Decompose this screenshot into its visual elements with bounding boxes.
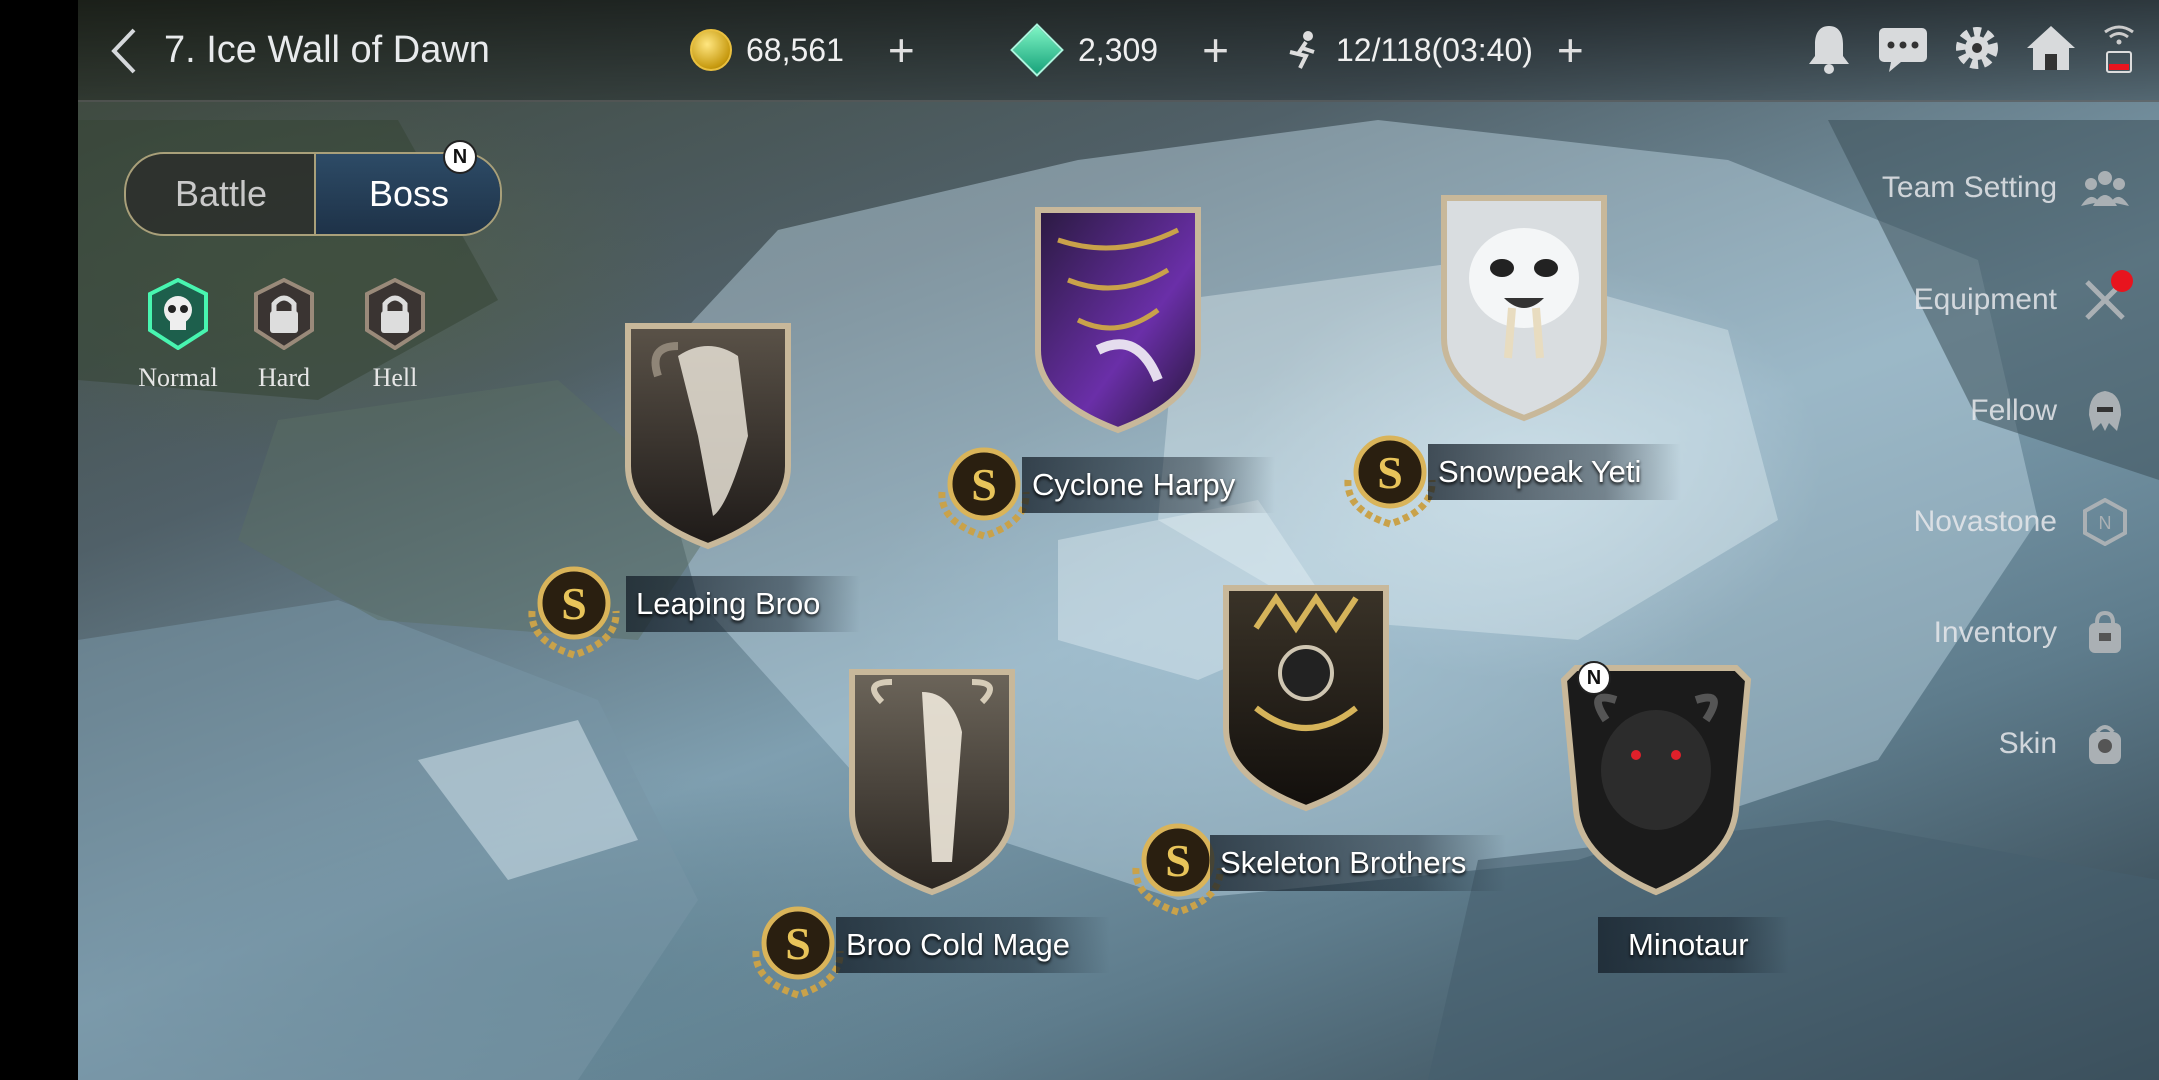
stamina-runner-icon: [1289, 31, 1315, 69]
boss-name: Snowpeak Yeti: [1428, 444, 1682, 500]
boss-name: Cyclone Harpy: [1022, 457, 1276, 513]
add-gem-button[interactable]: +: [1202, 23, 1229, 77]
boss-name: Leaping Broo: [626, 576, 861, 632]
boss-name: Skeleton Brothers: [1210, 835, 1507, 891]
menu-label: Team Setting: [1881, 171, 2057, 204]
lock-icon: [365, 277, 425, 351]
menu-equipment[interactable]: Equipment: [1709, 270, 2129, 330]
svg-text:S: S: [1377, 447, 1403, 498]
difficulty-normal-label: Normal: [138, 363, 218, 392]
menu-novastone[interactable]: Novastone N: [1709, 492, 2129, 552]
menu-label: Fellow: [1970, 394, 2057, 427]
chevron-left-icon: [111, 28, 136, 74]
gold-coin-icon: [690, 29, 732, 71]
stamina-amount: 12/118(03:40): [1336, 31, 1533, 68]
menu-label: Inventory: [1933, 616, 2057, 649]
stage-title: 7. Ice Wall of Dawn: [164, 29, 490, 71]
menu-fellow[interactable]: Fellow: [1709, 381, 2129, 441]
team-icon: [2081, 171, 2129, 206]
difficulty-hard-label: Hard: [258, 363, 310, 392]
rank-s-emblem-icon: S: [528, 566, 620, 659]
lock-icon: [254, 277, 314, 351]
menu-label: Equipment: [1913, 283, 2057, 316]
gold-counter: 68,561 +: [690, 24, 915, 76]
boss-name: Broo Cold Mage: [836, 917, 1111, 973]
add-stamina-button[interactable]: +: [1557, 23, 1584, 77]
menu-label: Novastone: [1913, 505, 2057, 538]
boss-name: Minotaur: [1598, 917, 1789, 973]
add-gold-button[interactable]: +: [888, 23, 915, 77]
battle-tab[interactable]: Battle: [126, 154, 316, 234]
skin-icon: [2089, 725, 2121, 764]
back-button[interactable]: [108, 26, 148, 76]
game-screen: 7. Ice Wall of Dawn 68,561 + 2,309 + 12/…: [78, 0, 2159, 1080]
gem-icon: [1010, 23, 1064, 77]
difficulty-hell-label: Hell: [372, 363, 418, 392]
skull-icon: [148, 277, 208, 351]
boss-portrait: [1441, 195, 1607, 422]
gold-amount: 68,561: [746, 31, 844, 68]
difficulty-hell[interactable]: Hell: [345, 277, 445, 393]
minotaur-new-badge: N: [1577, 661, 1611, 695]
difficulty-normal[interactable]: Normal: [128, 277, 228, 393]
top-icons: [1803, 20, 2139, 76]
top-bar: 7. Ice Wall of Dawn 68,561 + 2,309 + 12/…: [78, 0, 2159, 102]
equipment-alert-dot: [2111, 270, 2133, 292]
bag-icon: [2089, 610, 2121, 653]
bell-icon[interactable]: [1803, 20, 1855, 76]
boss-new-badge: N: [443, 140, 477, 174]
helmet-icon: [2089, 391, 2121, 431]
menu-team-setting[interactable]: Team Setting: [1709, 158, 2129, 218]
boss-portrait: [625, 323, 791, 550]
menu-inventory[interactable]: Inventory: [1709, 603, 2129, 663]
gem-amount: 2,309: [1078, 31, 1159, 68]
svg-text:S: S: [971, 459, 997, 510]
svg-text:S: S: [785, 918, 811, 969]
boss-portrait: [1035, 207, 1201, 434]
novastone-icon: N: [2083, 498, 2127, 546]
svg-text:S: S: [1165, 835, 1191, 886]
svg-text:N: N: [2099, 513, 2112, 533]
wifi-battery-icon: [2104, 25, 2134, 73]
difficulty-hard[interactable]: Hard: [234, 277, 334, 393]
menu-skin[interactable]: Skin: [1709, 714, 2129, 774]
menu-label: Skin: [1998, 727, 2057, 760]
home-icon[interactable]: [2025, 20, 2077, 76]
stamina-counter: 12/118(03:40) +: [1286, 24, 1584, 76]
chat-icon[interactable]: [1877, 20, 1929, 76]
svg-text:S: S: [561, 578, 587, 629]
boss-portrait: [1560, 665, 1752, 896]
boss-portrait: [849, 669, 1015, 896]
boss-portrait: [1223, 585, 1389, 812]
gear-icon[interactable]: [1951, 20, 2003, 76]
gem-counter: 2,309 +: [1010, 23, 1229, 77]
